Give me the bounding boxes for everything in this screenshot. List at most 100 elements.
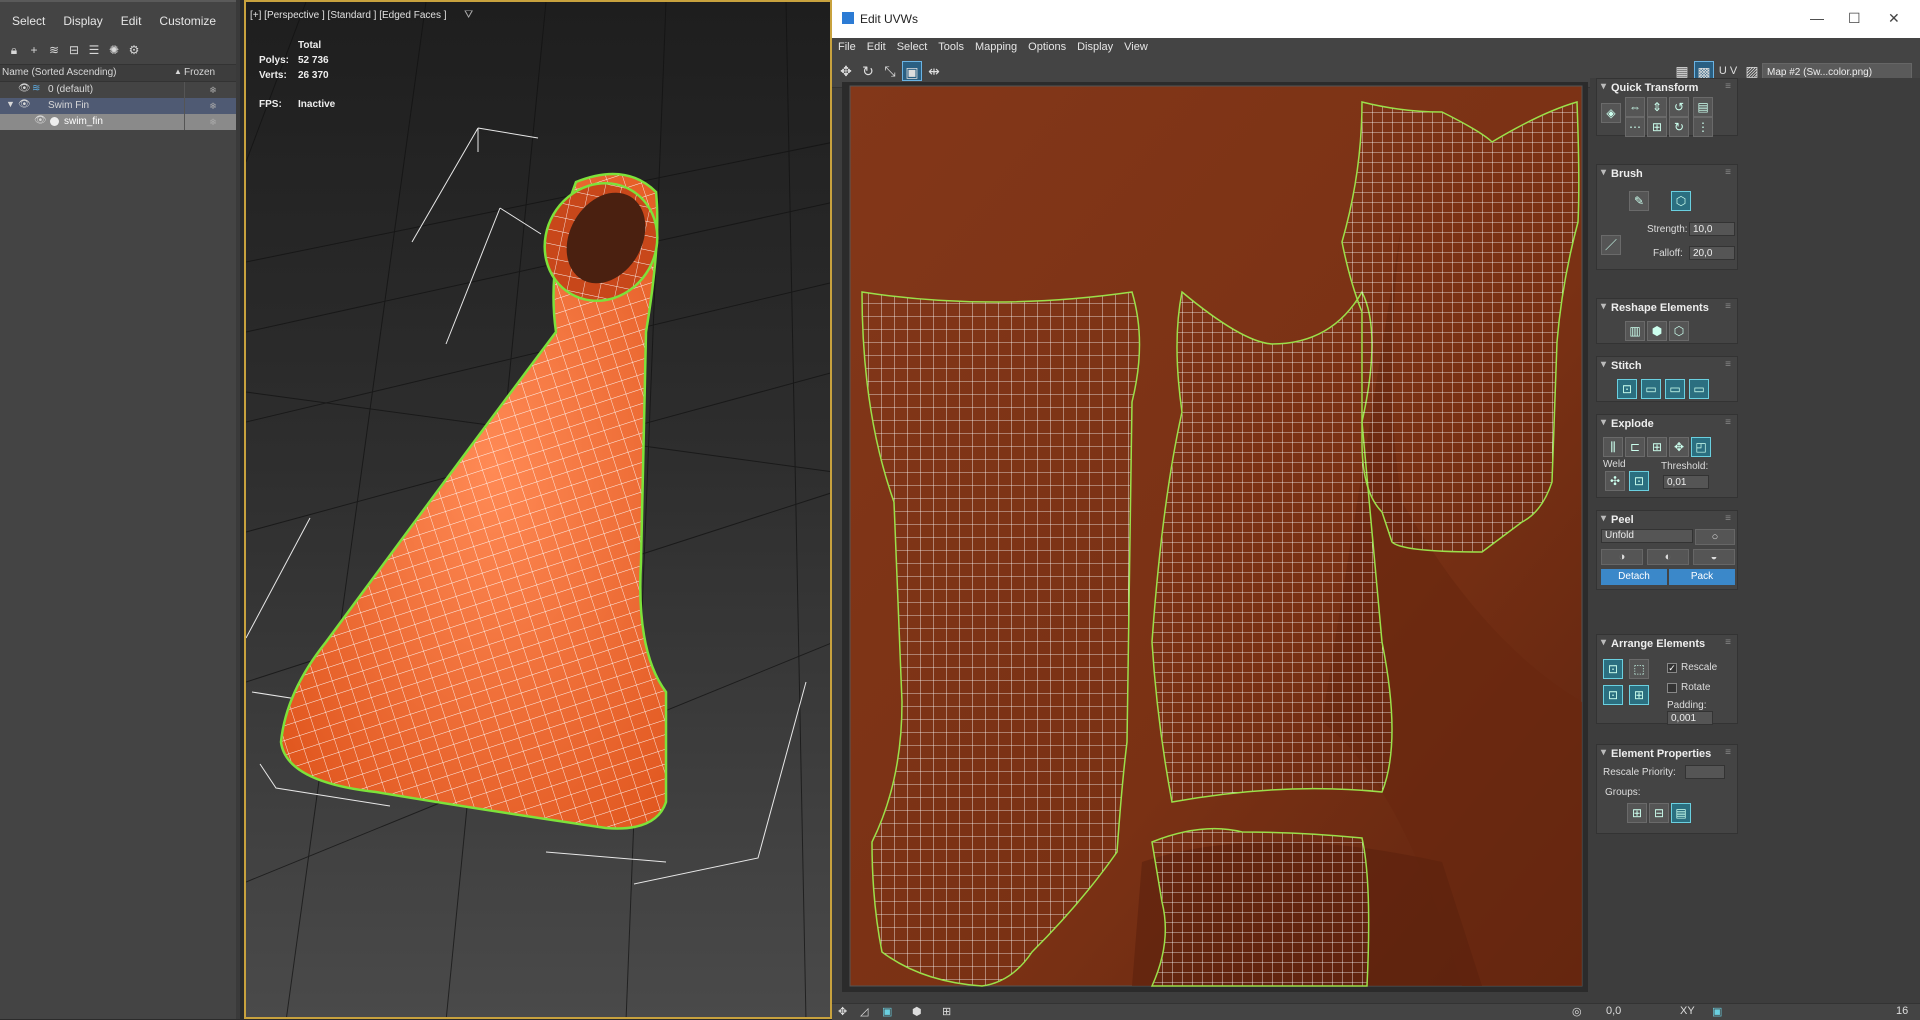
perspective-viewport[interactable]: [+] [Perspective ] [Standard ] [Edged Fa… — [244, 0, 832, 1019]
stitch-custom-icon[interactable]: ▭ — [1689, 379, 1709, 399]
relax-icon[interactable]: ⬢ — [1647, 321, 1667, 341]
layers-icon[interactable]: ≋ — [46, 42, 62, 58]
frozen-toggle[interactable]: ❄ — [184, 98, 241, 114]
rotate-cw-icon[interactable]: ↻ — [1669, 117, 1689, 137]
detach-edge-icon[interactable]: ⊏ — [1625, 437, 1645, 457]
element-mode-icon[interactable]: ⬢ — [912, 1005, 922, 1018]
menu-edit[interactable]: Edit — [861, 41, 891, 53]
close-button[interactable]: ✕ — [1888, 10, 1900, 27]
xy-toggle[interactable]: XY — [1680, 1005, 1695, 1017]
rotate-icon[interactable]: ↻ — [858, 61, 878, 81]
brush-header[interactable]: Brush — [1597, 165, 1737, 184]
flatten-icon[interactable]: ✥ — [1669, 437, 1689, 457]
menu-options[interactable]: Options — [1022, 41, 1071, 53]
detach-button[interactable]: Detach — [1601, 569, 1667, 585]
list-item[interactable]: ▼ 👁︎ Swim Fin ❄ — [0, 98, 240, 114]
status-globe-icon[interactable]: ◎ — [1572, 1005, 1582, 1018]
stitch-to-source-icon[interactable]: ▭ — [1665, 379, 1685, 399]
peel-reset-icon[interactable]: ◒ — [1693, 549, 1735, 565]
lock-xy-icon[interactable]: ▣ — [1712, 1005, 1722, 1018]
align-vertical-icon[interactable]: ⇕ — [1647, 97, 1667, 117]
menu-view[interactable]: View — [1118, 41, 1153, 53]
element-properties-header[interactable]: Element Properties — [1597, 745, 1737, 764]
menu-display[interactable]: Display — [51, 2, 108, 28]
vertex-mode-icon[interactable]: ▣ — [882, 1005, 892, 1018]
menu-select[interactable]: Select — [891, 41, 933, 53]
light-icon[interactable]: ✺ — [106, 42, 122, 58]
minimize-button[interactable]: — — [1810, 10, 1824, 26]
uv-shell[interactable] — [1151, 290, 1393, 803]
viewport-label[interactable]: [+] [Perspective ] [Standard ] [Edged Fa… — [250, 10, 447, 21]
relax-settings-icon[interactable]: ⬡ — [1669, 321, 1689, 341]
reshape-elements-header[interactable]: Reshape Elements — [1597, 299, 1737, 318]
quick-peel-icon[interactable]: ◑ — [1601, 549, 1643, 565]
scale-icon[interactable]: ⤡ — [880, 61, 900, 81]
menu-mapping[interactable]: Mapping — [969, 41, 1022, 53]
quick-transform-header[interactable]: Quick Transform — [1597, 79, 1737, 98]
paint-brush-icon[interactable]: ✎ — [1629, 191, 1649, 211]
coordinate-value[interactable]: 0,0 — [1606, 1005, 1621, 1017]
stitch-average-icon[interactable]: ▭ — [1641, 379, 1661, 399]
menu-customize[interactable]: Customize — [147, 2, 222, 28]
snap-icon[interactable]: ✥ — [838, 1005, 847, 1018]
mirror-icon[interactable]: ⇹ — [924, 61, 944, 81]
rescale-checkbox[interactable]: ✓ — [1667, 663, 1677, 673]
menu-file[interactable]: File — [832, 41, 861, 53]
rotate-checkbox[interactable] — [1667, 683, 1677, 693]
explode-settings-icon[interactable]: ◰ — [1691, 437, 1711, 457]
space-horizontal-icon[interactable]: ⋯ — [1625, 117, 1645, 137]
peel-header[interactable]: Peel — [1597, 511, 1737, 530]
frozen-toggle[interactable]: ❄ — [184, 114, 241, 130]
pack-together-icon[interactable]: ⬚ — [1629, 659, 1649, 679]
weld-selected-icon[interactable]: ✣ — [1605, 471, 1625, 491]
peel-mode-dropdown[interactable]: Unfold — [1601, 529, 1693, 543]
padding-spinner[interactable]: 0,001 — [1667, 711, 1713, 725]
explode-icon[interactable]: ⊞ — [1647, 437, 1667, 457]
pack-button[interactable]: Pack — [1669, 569, 1735, 585]
threshold-spinner[interactable]: 0,01 — [1663, 475, 1709, 489]
settings-icon[interactable]: ⚙ — [126, 42, 142, 58]
selection-tools-icon[interactable]: ⊞ — [942, 1005, 951, 1018]
frozen-toggle[interactable]: ❄ — [184, 82, 241, 98]
break-icon[interactable]: ⫼ — [1603, 437, 1623, 457]
pack-custom-icon[interactable]: ⊞ — [1629, 685, 1649, 705]
straighten-selection-icon[interactable]: ▥ — [1625, 321, 1645, 341]
eye-icon[interactable]: 👁︎ — [18, 83, 31, 94]
menu-select[interactable]: Select — [0, 2, 51, 28]
uv-shell[interactable] — [1150, 827, 1370, 987]
pack-normalize-icon[interactable]: ⊡ — [1603, 659, 1623, 679]
align-icon[interactable]: ◈ — [1601, 103, 1621, 123]
rescale-elements-icon[interactable]: ⊡ — [1603, 685, 1623, 705]
straighten-icon[interactable]: ⊞ — [1647, 117, 1667, 137]
stitch-to-target-icon[interactable]: ⊡ — [1617, 379, 1637, 399]
stitch-header[interactable]: Stitch — [1597, 357, 1737, 376]
panel-divider[interactable] — [236, 0, 240, 1019]
layer-stack-icon[interactable]: ☰ — [86, 42, 102, 58]
brush-line-icon[interactable]: ／ — [1601, 235, 1621, 255]
list-item[interactable]: 👁︎ swim_fin ❄ — [0, 114, 240, 130]
zoom-value[interactable]: 16 — [1896, 1005, 1908, 1017]
menu-display[interactable]: Display — [1071, 41, 1118, 53]
uv-shell[interactable] — [1341, 101, 1580, 553]
window-titlebar[interactable]: Edit UVWs — ☐ ✕ — [832, 0, 1920, 38]
group-select-icon[interactable]: ▤ — [1671, 803, 1691, 823]
hierarchy-icon[interactable]: ⊟ — [66, 42, 82, 58]
align-grid-icon[interactable]: ▤ — [1693, 97, 1713, 117]
align-horizontal-icon[interactable]: ⇔ — [1625, 97, 1645, 117]
add-layer-icon[interactable]: + — [26, 42, 42, 58]
falloff-spinner[interactable]: 20,0 — [1689, 246, 1735, 260]
weld-target-icon[interactable]: ⊡ — [1629, 471, 1649, 491]
explode-header[interactable]: Explode — [1597, 415, 1737, 434]
group-add-icon[interactable]: ⊞ — [1627, 803, 1647, 823]
menu-edit[interactable]: Edit — [109, 2, 148, 28]
arrange-elements-header[interactable]: Arrange Elements — [1597, 635, 1737, 654]
frozen-column-header[interactable]: Frozen — [184, 67, 215, 78]
peel-options-icon[interactable]: ○ — [1695, 529, 1735, 545]
expand-arrow-icon[interactable]: ▼ — [6, 99, 15, 109]
freeform-icon[interactable]: ▣ — [902, 61, 922, 81]
pelt-map-icon[interactable]: ◐ — [1647, 549, 1689, 565]
menu-tools[interactable]: Tools — [932, 41, 969, 53]
filter-icon[interactable]: ⛛ — [464, 9, 473, 22]
list-item[interactable]: 👁︎ ≋ 0 (default) ❄ — [0, 82, 240, 98]
rescale-priority-dropdown[interactable] — [1685, 765, 1725, 779]
